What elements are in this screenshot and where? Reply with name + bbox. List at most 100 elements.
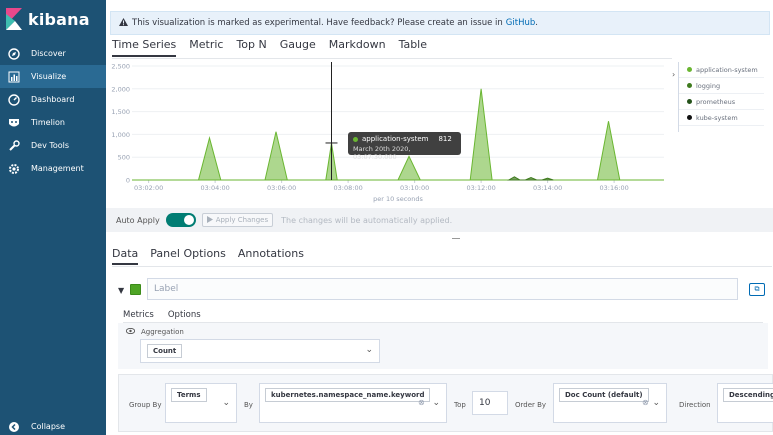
group-by-label: Group By [129, 401, 162, 409]
tab-metric[interactable]: Metric [189, 37, 223, 57]
auto-apply-label: Auto Apply [116, 215, 160, 225]
aggregation-value: Count [147, 344, 183, 358]
visualization-type-tabs: Time Series Metric Top N Gauge Markdown … [112, 37, 440, 57]
clone-series-icon[interactable]: ⧉ [749, 283, 765, 296]
nav-menu: Discover Visualize Dashboard Timelion De… [0, 42, 106, 180]
legend-color-dot [687, 99, 692, 104]
clear-icon[interactable]: ⊗ [418, 398, 425, 407]
editor-tabs: Data Panel Options Annotations [112, 247, 316, 265]
chevron-down-icon: ⌄ [432, 398, 440, 408]
kibana-logo[interactable]: kibana [6, 8, 90, 30]
tab-time-series[interactable]: Time Series [112, 37, 177, 57]
gear-icon [8, 163, 20, 175]
legend-label: logging [696, 81, 721, 90]
github-link[interactable]: GitHub [506, 18, 535, 28]
tooltip-value: 812 [438, 135, 452, 143]
chart-tooltip: application-system 812 March 20th 2020, … [348, 132, 461, 161]
compass-icon [8, 47, 20, 60]
y-tick-label: 2,500 [111, 63, 130, 71]
sidebar: kibana Discover Visualize Dashboard Time… [0, 0, 106, 435]
collapse-label: Collapse [31, 422, 65, 431]
tooltip-series: application-system [362, 135, 429, 143]
by-label: By [244, 401, 253, 409]
legend-label: kube-system [696, 113, 738, 122]
tab-table[interactable]: Table [399, 37, 427, 57]
by-field-select[interactable]: kubernetes.namespace_name.keyword ⊗ ⌄ [259, 383, 447, 423]
tab-gauge[interactable]: Gauge [280, 37, 316, 57]
nav-item-discover[interactable]: Discover [0, 42, 106, 65]
main-panel: This visualization is marked as experime… [106, 0, 773, 435]
auto-apply-bar: Auto Apply Apply Changes The changes wil… [106, 208, 773, 232]
dashboard-icon [8, 93, 20, 106]
legend-toggle-icon[interactable]: › [672, 70, 675, 79]
x-axis-label: per 10 seconds [373, 195, 423, 203]
tooltip-color-dot [353, 136, 358, 142]
eye-icon[interactable] [125, 327, 136, 336]
collapse-series-caret-icon[interactable]: ▼ [118, 286, 124, 295]
order-by-select[interactable]: Doc Count (default) ⊗ ⌄ [553, 383, 667, 423]
clear-icon[interactable]: ⊗ [642, 398, 649, 407]
series-color-swatch[interactable] [130, 284, 141, 295]
app-name: kibana [28, 9, 90, 29]
legend-color-dot [687, 115, 692, 120]
y-tick-label: 1,000 [111, 131, 130, 139]
nav-item-dashboard[interactable]: Dashboard [0, 88, 106, 111]
legend-color-dot [687, 83, 692, 88]
by-field-value: kubernetes.namespace_name.keyword [265, 388, 431, 402]
x-tick-label: 03:10:00 [400, 184, 429, 192]
legend-item[interactable]: kube-system [679, 110, 764, 126]
legend-item[interactable]: logging [679, 78, 764, 94]
experimental-notice: This visualization is marked as experime… [110, 11, 770, 35]
nav-item-dev-tools[interactable]: Dev Tools [0, 134, 106, 157]
auto-apply-toggle[interactable] [165, 213, 196, 227]
kibana-logo-icon [6, 8, 22, 30]
tab-top-n[interactable]: Top N [236, 37, 266, 57]
chevron-down-icon: ⌄ [365, 345, 373, 355]
aggregation-select[interactable]: Count ⌄ [140, 339, 380, 363]
collapse-button[interactable]: Collapse [0, 418, 106, 435]
tab-data[interactable]: Data [112, 247, 139, 265]
nav-label: Dev Tools [31, 141, 70, 150]
resize-handle[interactable] [452, 238, 460, 239]
notice-suffix: . [535, 18, 538, 28]
tab-markdown[interactable]: Markdown [329, 37, 386, 57]
chevron-down-icon: ⌄ [222, 398, 230, 408]
legend-item[interactable]: prometheus [679, 94, 764, 110]
tooltip-time: March 20th 2020, 03:07:30.000 [353, 145, 411, 161]
direction-select[interactable]: Descending [717, 383, 773, 423]
group-by-panel: Group By Terms ⌄ By kubernetes.namespace… [118, 374, 773, 432]
nav-label: Dashboard [31, 95, 75, 104]
x-tick-label: 03:02:00 [134, 184, 163, 192]
legend-label: prometheus [696, 97, 736, 106]
y-tick-label: 0 [126, 177, 130, 185]
nav-label: Discover [31, 49, 66, 58]
timelion-icon [8, 117, 20, 129]
wrench-icon [8, 139, 20, 152]
top-label: Top [454, 401, 466, 409]
metric-panel: Aggregation Count ⌄ [118, 323, 768, 369]
series-area [506, 176, 554, 181]
group-by-select[interactable]: Terms ⌄ [165, 383, 237, 423]
y-tick-label: 500 [118, 154, 130, 162]
aggregation-label-text: Aggregation [141, 327, 184, 336]
nav-item-timelion[interactable]: Timelion [0, 111, 106, 134]
tabs-divider [112, 58, 672, 59]
nav-item-visualize[interactable]: Visualize [0, 65, 106, 88]
tab-annotations[interactable]: Annotations [238, 247, 304, 265]
warning-icon [119, 17, 128, 29]
group-by-value: Terms [171, 388, 207, 402]
tab-panel-options[interactable]: Panel Options [150, 247, 226, 265]
apply-changes-button[interactable]: Apply Changes [201, 213, 274, 227]
auto-apply-note: The changes will be automatically applie… [281, 215, 453, 225]
legend-item[interactable]: application-system [679, 62, 764, 78]
order-by-value: Doc Count (default) [559, 388, 649, 402]
order-by-label: Order By [515, 401, 547, 409]
nav-item-management[interactable]: Management [0, 157, 106, 180]
y-tick-label: 1,500 [111, 108, 130, 116]
x-tick-label: 03:14:00 [533, 184, 562, 192]
chart-legend: › application-system logging prometheus … [672, 62, 764, 132]
top-input[interactable]: 10 [472, 391, 508, 415]
nav-label: Visualize [31, 72, 67, 81]
series-label-input[interactable]: Label [147, 278, 738, 300]
direction-value: Descending [723, 388, 773, 402]
